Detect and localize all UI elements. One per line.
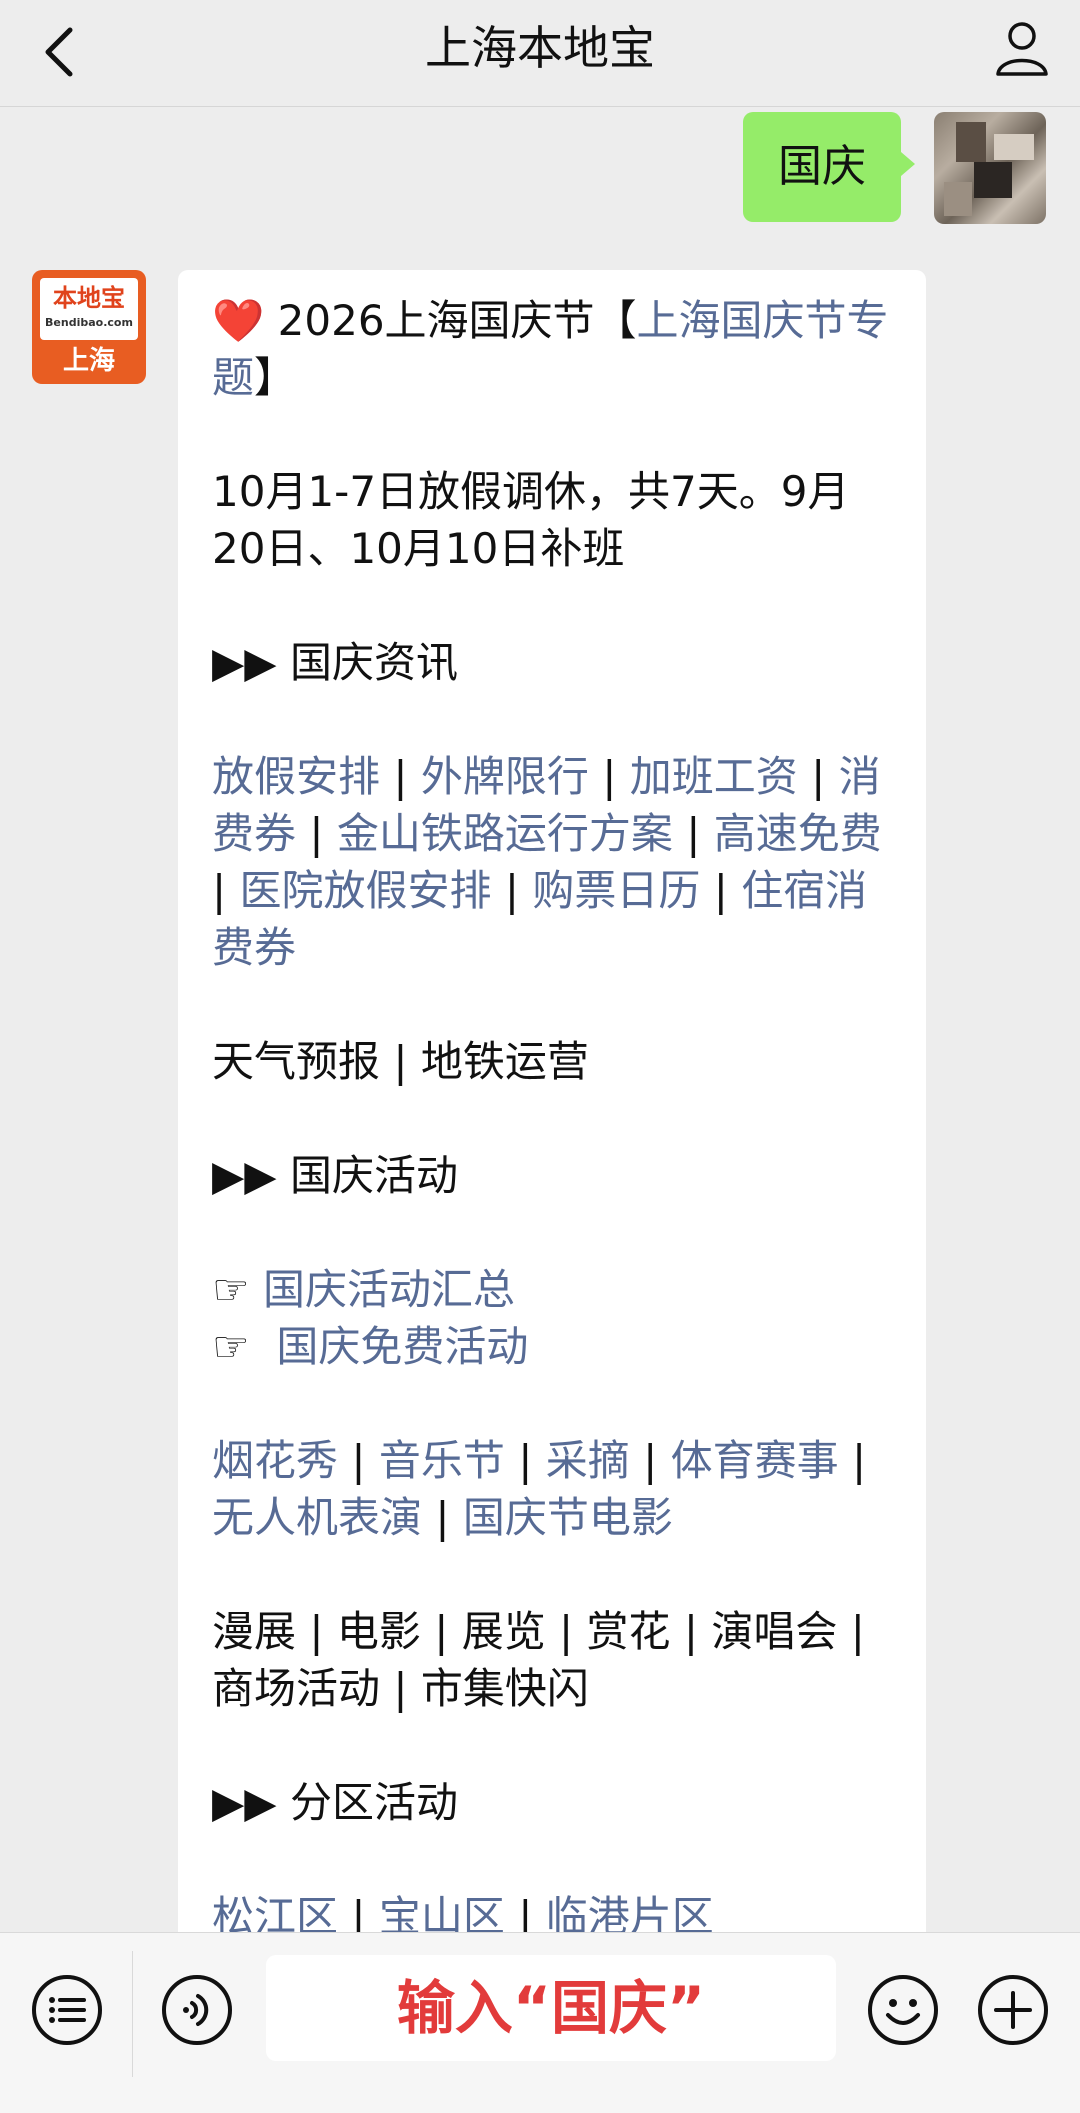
chat-title: 上海本地宝 [425,21,655,75]
activity-links: 烟花秀 | 音乐节 | 采摘 | 体育赛事 | 无人机表演 | 国庆节电影 [212,1436,867,1542]
profile-icon[interactable] [992,18,1052,78]
link-fireworks[interactable]: 烟花秀 [212,1436,338,1485]
link-fruit-picking[interactable]: 采摘 [546,1436,630,1485]
section-heading-activities: ▶▶ 国庆活动 [212,1151,458,1200]
message-title: ❤️ 2026上海国庆节【上海国庆节专题】 [212,296,889,402]
link-jinshan-railway[interactable]: 金山铁路运行方案 [337,809,673,858]
link-plate-restriction[interactable]: 外牌限行 [421,752,589,801]
top-bar: 上海本地宝 [0,0,1080,107]
avatar-city-text: 上海 [62,346,115,376]
heart-icon: ❤️ [212,296,265,345]
pointing-hand-icon: ☞ [212,1322,250,1371]
link-holiday-movies[interactable]: 国庆节电影 [463,1493,673,1542]
link-music-festival[interactable]: 音乐节 [379,1436,505,1485]
menu-list-icon[interactable] [30,1973,104,2047]
pointer-links: ☞ 国庆活动汇总 ☞ 国庆免费活动 [212,1261,902,1375]
bot-message-bubble: ❤️ 2026上海国庆节【上海国庆节专题】 10月1-7日放假调休，共7天。9月… [178,270,926,1950]
section-heading-news: ▶▶ 国庆资讯 [212,638,458,687]
user-message-bubble: 国庆 [743,112,915,222]
holiday-notice: 10月1-7日放假调休，共7天。9月20日、10月10日补班 [212,467,850,573]
link-free-activities[interactable]: 国庆免费活动 [276,1322,528,1371]
voice-icon[interactable] [160,1973,234,2047]
plus-icon[interactable] [976,1973,1050,2047]
avatar-domain-text: Bendibao.com [45,316,133,329]
link-drone-show[interactable]: 无人机表演 [212,1493,422,1542]
pointing-hand-icon: ☞ [212,1265,250,1314]
plain-info-line: 天气预报 | 地铁运营 [212,1037,589,1086]
link-activity-summary[interactable]: 国庆活动汇总 [263,1265,515,1314]
link-free-highway[interactable]: 高速免费 [714,809,882,858]
bar-divider [132,1951,133,2077]
official-account-avatar[interactable]: 本地宝 Bendibao.com 上海 [32,270,146,384]
bottom-input-bar: 输入“国庆” [0,1932,1080,2113]
info-links: 放假安排 | 外牌限行 | 加班工资 | 消费券 | 金山铁路运行方案 | 高速… [212,752,882,972]
emoji-icon[interactable] [866,1973,940,2047]
user-message-text: 国庆 [778,141,866,192]
user-avatar[interactable] [934,112,1046,224]
link-hospital-schedule[interactable]: 医院放假安排 [240,866,492,915]
plain-activity-line: 漫展 | 电影 | 展览 | 赏花 | 演唱会 | 商场活动 | 市集快闪 [212,1607,865,1713]
link-ticket-calendar[interactable]: 购票日历 [532,866,700,915]
link-overtime-pay[interactable]: 加班工资 [630,752,798,801]
section-heading-districts: ▶▶ 分区活动 [212,1778,458,1827]
avatar-brand-text: 本地宝 [53,284,125,312]
link-sports-events[interactable]: 体育赛事 [671,1436,839,1485]
link-holiday-schedule[interactable]: 放假安排 [212,752,380,801]
message-input[interactable]: 输入“国庆” [266,1955,836,2061]
